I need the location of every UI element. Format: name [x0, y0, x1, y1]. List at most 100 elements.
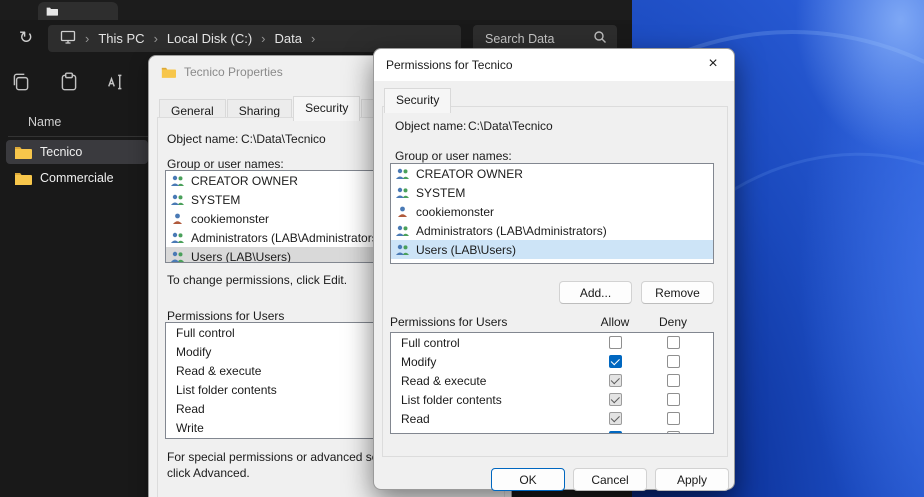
- deny-checkbox[interactable]: [667, 431, 680, 434]
- group-item[interactable]: SYSTEM: [391, 183, 713, 202]
- permission-name: Read: [401, 412, 430, 426]
- folder-row-commerciale[interactable]: Commerciale: [6, 166, 148, 190]
- paste-icon[interactable]: [58, 71, 80, 98]
- allow-checkbox[interactable]: [609, 431, 622, 434]
- group-item-label: cookiemonster: [191, 212, 269, 226]
- tab-security[interactable]: Security: [384, 88, 451, 113]
- group-item-label: SYSTEM: [191, 193, 240, 207]
- folder-icon: [46, 6, 58, 16]
- object-name-value: C:\Data\Tecnico: [468, 119, 553, 133]
- permission-name: Full control: [401, 336, 460, 350]
- search-icon: [593, 30, 607, 47]
- folder-name: Tecnico: [40, 145, 82, 159]
- folder-icon: [14, 145, 32, 159]
- permissions-for-label: Permissions for Users: [390, 315, 507, 329]
- cancel-button[interactable]: Cancel: [573, 468, 647, 491]
- group-icon: [170, 194, 185, 206]
- permission-row: Read & execute: [391, 371, 713, 390]
- permissions-for-label: Permissions for Users: [167, 309, 284, 323]
- permission-name: Read & execute: [401, 374, 486, 388]
- copy-icon[interactable]: [10, 71, 32, 98]
- group-item[interactable]: CREATOR OWNER: [391, 164, 713, 183]
- close-icon[interactable]: ×: [692, 49, 734, 79]
- permission-row: Modify: [391, 352, 713, 371]
- allow-checkbox[interactable]: [609, 355, 622, 368]
- object-name-value: C:\Data\Tecnico: [241, 132, 326, 146]
- permission-name: List folder contents: [176, 383, 277, 397]
- group-icon: [170, 232, 185, 244]
- object-name-label: Object name:: [167, 132, 238, 146]
- allow-checkbox[interactable]: [609, 393, 622, 406]
- folder-name: Commerciale: [40, 171, 114, 185]
- permissions-tabs: Security: [384, 88, 452, 113]
- permissions-list: Full control Modify Read & execute List …: [390, 332, 714, 434]
- permission-row-clipped: Write: [391, 428, 713, 434]
- column-header-name[interactable]: Name: [28, 115, 61, 129]
- deny-column-header: Deny: [651, 315, 695, 329]
- permission-name: Modify: [176, 345, 211, 359]
- permissions-titlebar[interactable]: Permissions for Tecnico: [374, 49, 734, 81]
- permission-name: Modify: [401, 355, 436, 369]
- permission-name: Full control: [176, 326, 235, 340]
- user-icon: [170, 213, 185, 225]
- group-icon: [395, 244, 410, 256]
- permission-name: Read: [176, 402, 205, 416]
- permission-name: List folder contents: [401, 393, 502, 407]
- apply-button[interactable]: Apply: [655, 468, 729, 491]
- folder-row-tecnico[interactable]: Tecnico: [6, 140, 148, 164]
- explorer-tab[interactable]: [38, 2, 118, 20]
- permission-row: Read: [391, 409, 713, 428]
- group-item-selected[interactable]: Users (LAB\Users): [391, 240, 713, 259]
- dialog-title: Permissions for Tecnico: [386, 58, 513, 72]
- search-placeholder: Search Data: [485, 32, 593, 46]
- user-icon: [395, 206, 410, 218]
- permission-name: Write: [176, 421, 204, 435]
- group-icon: [395, 225, 410, 237]
- deny-checkbox[interactable]: [667, 374, 680, 387]
- group-icon: [395, 168, 410, 180]
- dialog-title: Tecnico Properties: [184, 65, 283, 79]
- group-item[interactable]: cookiemonster: [391, 202, 713, 221]
- chevron-icon: ›: [261, 31, 265, 46]
- deny-checkbox[interactable]: [667, 393, 680, 406]
- screen: ↻ › This PC › Local Disk (C:) › Data › S…: [0, 0, 924, 497]
- refresh-icon[interactable]: ↻: [12, 24, 40, 52]
- rename-icon[interactable]: [106, 71, 128, 98]
- breadcrumb-data[interactable]: Data: [275, 31, 302, 46]
- deny-checkbox[interactable]: [667, 336, 680, 349]
- group-item-label: Users (LAB\Users): [416, 243, 516, 257]
- chevron-icon: ›: [85, 31, 89, 46]
- permission-row: Full control: [391, 333, 713, 352]
- ok-button[interactable]: OK: [491, 468, 565, 491]
- allow-checkbox[interactable]: [609, 412, 622, 425]
- advanced-hint-line2: click Advanced.: [167, 466, 250, 480]
- deny-checkbox[interactable]: [667, 355, 680, 368]
- allow-checkbox[interactable]: [609, 374, 622, 387]
- group-icon: [395, 187, 410, 199]
- deny-checkbox[interactable]: [667, 412, 680, 425]
- group-item-label: cookiemonster: [416, 205, 494, 219]
- remove-button[interactable]: Remove: [641, 281, 714, 304]
- permission-name: Read & execute: [176, 364, 261, 378]
- group-item[interactable]: Administrators (LAB\Administrators): [391, 221, 713, 240]
- group-item-label: Users (LAB\Users): [191, 250, 291, 264]
- permission-name: Write: [401, 431, 429, 435]
- add-button[interactable]: Add...: [559, 281, 632, 304]
- group-item-label: CREATOR OWNER: [416, 167, 523, 181]
- edit-hint: To change permissions, click Edit.: [167, 273, 347, 287]
- tab-security[interactable]: Security: [293, 96, 360, 121]
- group-item-label: SYSTEM: [416, 186, 465, 200]
- explorer-tab-strip: [0, 0, 632, 20]
- permissions-dialog: Permissions for Tecnico × Security Objec…: [373, 48, 735, 490]
- allow-checkbox[interactable]: [609, 336, 622, 349]
- breadcrumb-local-disk[interactable]: Local Disk (C:): [167, 31, 252, 46]
- folder-icon: [14, 171, 32, 185]
- divider: [8, 136, 148, 137]
- breadcrumb-this-pc[interactable]: This PC: [98, 31, 144, 46]
- group-item-label: CREATOR OWNER: [191, 174, 298, 188]
- group-item-label: Administrators (LAB\Administrators): [191, 231, 382, 245]
- chevron-icon: ›: [311, 31, 315, 46]
- group-icon: [170, 251, 185, 263]
- this-pc-icon: [60, 29, 76, 48]
- chevron-icon: ›: [154, 31, 158, 46]
